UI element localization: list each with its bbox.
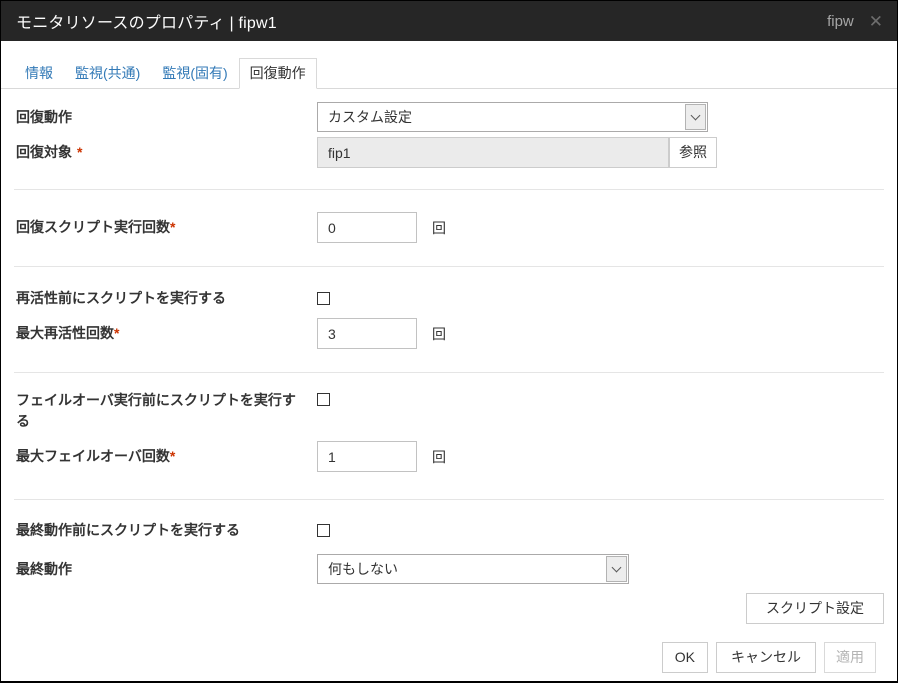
- max-reactivation-input[interactable]: [317, 318, 417, 349]
- script-before-failover-label: フェイルオーバ実行前にスクリプトを実行する: [16, 390, 317, 432]
- script-before-reactivation-label: 再活性前にスクリプトを実行する: [16, 288, 317, 309]
- recovery-target-label: 回復対象*: [16, 142, 317, 163]
- ok-button[interactable]: OK: [662, 642, 708, 673]
- script-before-reactivation-row: 再活性前にスクリプトを実行する: [1, 288, 897, 309]
- max-failover-label: 最大フェイルオーバ回数*: [16, 446, 317, 467]
- final-action-select[interactable]: 何もしない: [317, 554, 629, 584]
- max-failover-row: 最大フェイルオーバ回数* 回: [1, 441, 897, 472]
- browse-button[interactable]: 参照: [669, 137, 717, 168]
- monitor-resource-properties-dialog: モニタリソースのプロパティ | fipw1 fipw ✕ 情報 監視(共通) 監…: [0, 0, 898, 683]
- recovery-action-row: 回復動作 カスタム設定: [1, 102, 897, 132]
- script-before-failover-checkbox[interactable]: [317, 393, 330, 406]
- required-asterisk: *: [170, 219, 175, 235]
- recovery-action-select-value: カスタム設定: [328, 107, 412, 127]
- recovery-action-label: 回復動作: [16, 107, 317, 128]
- recovery-target-input: [317, 137, 669, 168]
- unit-label: 回: [432, 218, 446, 238]
- final-action-row: 最終動作 何もしない: [1, 554, 897, 584]
- max-failover-input[interactable]: [317, 441, 417, 472]
- script-before-final-action-row: 最終動作前にスクリプトを実行する: [1, 520, 897, 541]
- tab-recovery-action[interactable]: 回復動作: [239, 58, 317, 89]
- recovery-script-count-input[interactable]: [317, 212, 417, 243]
- section-divider: [14, 499, 884, 500]
- script-before-final-action-label: 最終動作前にスクリプトを実行する: [16, 520, 317, 541]
- required-asterisk: *: [170, 448, 175, 464]
- section-divider: [14, 372, 884, 373]
- dialog-title: モニタリソースのプロパティ | fipw1: [16, 9, 277, 33]
- recovery-action-select[interactable]: カスタム設定: [317, 102, 708, 132]
- tab-monitor-special[interactable]: 監視(固有): [151, 58, 238, 89]
- dialog-titlebar: モニタリソースのプロパティ | fipw1 fipw ✕: [1, 1, 897, 41]
- final-action-select-value: 何もしない: [328, 559, 398, 579]
- unit-label: 回: [432, 324, 446, 344]
- final-action-label: 最終動作: [16, 559, 317, 580]
- max-reactivation-label: 最大再活性回数*: [16, 323, 317, 344]
- close-icon[interactable]: ✕: [869, 13, 883, 30]
- titlebar-right: fipw ✕: [827, 13, 883, 30]
- section-divider: [14, 189, 884, 190]
- apply-button[interactable]: 適用: [824, 642, 876, 673]
- script-before-reactivation-checkbox[interactable]: [317, 292, 330, 305]
- chevron-down-icon: [606, 556, 627, 582]
- unit-label: 回: [432, 447, 446, 467]
- script-settings-row: スクリプト設定: [1, 593, 897, 624]
- section-divider: [14, 266, 884, 267]
- recovery-target-row: 回復対象* 参照: [1, 137, 897, 168]
- tab-info[interactable]: 情報: [14, 58, 64, 89]
- recovery-script-count-row: 回復スクリプト実行回数* 回: [1, 212, 897, 243]
- script-settings-button[interactable]: スクリプト設定: [746, 593, 884, 624]
- script-before-failover-row: フェイルオーバ実行前にスクリプトを実行する: [1, 390, 897, 432]
- dialog-footer: OK キャンセル 適用: [1, 642, 897, 673]
- script-before-final-action-checkbox[interactable]: [317, 524, 330, 537]
- tab-bar: 情報 監視(共通) 監視(固有) 回復動作: [1, 58, 897, 89]
- required-asterisk: *: [77, 144, 82, 160]
- chevron-down-icon: [685, 104, 706, 130]
- required-asterisk: *: [114, 325, 119, 341]
- resource-name-label: fipw: [827, 13, 854, 30]
- max-reactivation-row: 最大再活性回数* 回: [1, 318, 897, 349]
- tab-monitor-common[interactable]: 監視(共通): [64, 58, 151, 89]
- recovery-script-count-label: 回復スクリプト実行回数*: [16, 217, 317, 238]
- cancel-button[interactable]: キャンセル: [716, 642, 816, 673]
